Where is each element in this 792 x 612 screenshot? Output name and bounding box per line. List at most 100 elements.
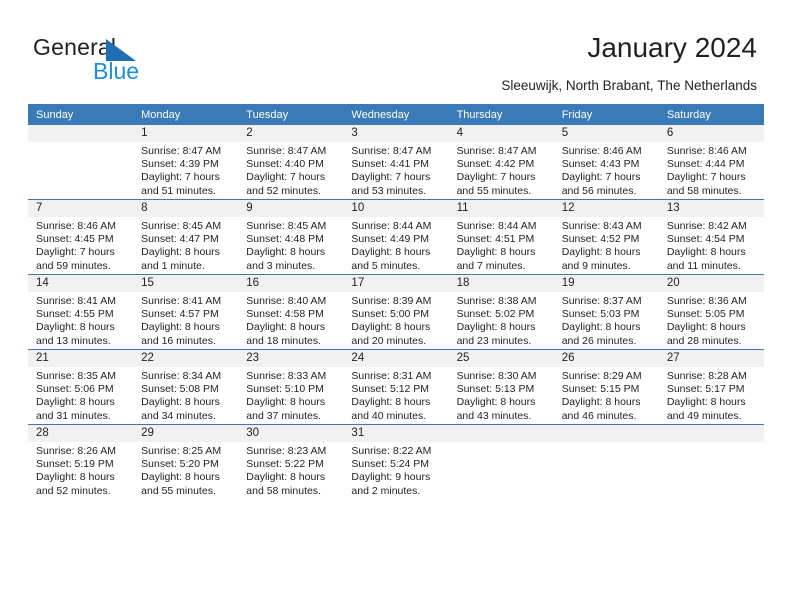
calendar-day-cell[interactable]: 13 Sunrise: 8:42 AM Sunset: 4:54 PM Dayligh… [658, 199, 764, 275]
calendar-day-cell[interactable]: 24 Sunrise: 8:31 AM Sunset: 5:12 PM Dayligh… [343, 349, 449, 425]
day-cell-content: 1 Sunrise: 8:47 AM Sunset: 4:39 PM Daylight… [133, 125, 239, 199]
calendar-day-cell[interactable]: 18 Sunrise: 8:38 AM Sunset: 5:02 PM Dayligh… [448, 274, 554, 350]
daylight-text-line1: Daylight: 8 hours [141, 246, 220, 259]
calendar-day-cell[interactable]: 27 Sunrise: 8:28 AM Sunset: 5:17 PM Dayligh… [658, 349, 764, 425]
calendar-day-cell[interactable]: 3 Sunrise: 8:47 AM Sunset: 4:41 PM Daylight… [343, 125, 449, 200]
daylight-text-line2: and 11 minutes. [666, 259, 741, 272]
daylight-text-line2: and 7 minutes. [456, 259, 526, 272]
sunrise-text: Sunrise: 8:39 AM [351, 295, 432, 307]
calendar-day-cell[interactable]: 7 Sunrise: 8:46 AM Sunset: 4:45 PM Daylight… [28, 199, 134, 275]
calendar-day-cell[interactable]: 14 Sunrise: 8:41 AM Sunset: 4:55 PM Dayligh… [28, 274, 134, 350]
daylight-text-line2: and 40 minutes. [351, 409, 427, 422]
day-sun-info: Sunrise: 8:39 AM Sunset: 5:00 PM Daylight:… [343, 292, 448, 348]
day-cell-content: 7 Sunrise: 8:46 AM Sunset: 4:45 PM Daylight… [28, 200, 134, 274]
calendar-page: General Blue January 2024 Sleeuwijk, Nor… [0, 0, 792, 612]
day-number: 2 [238, 125, 344, 142]
sunset-text: Sunset: 4:51 PM [456, 233, 535, 246]
calendar-day-cell[interactable]: 29 Sunrise: 8:25 AM Sunset: 5:20 PM Dayligh… [133, 424, 239, 499]
calendar-day-cell[interactable]: 11 Sunrise: 8:44 AM Sunset: 4:51 PM Dayligh… [448, 199, 554, 275]
day-number: 4 [448, 125, 554, 142]
day-cell-content: 26 Sunrise: 8:29 AM Sunset: 5:15 PM Dayligh… [553, 350, 659, 424]
calendar-day-cell[interactable]: 28 Sunrise: 8:26 AM Sunset: 5:19 PM Dayligh… [28, 424, 134, 499]
calendar-day-cell[interactable]: 22 Sunrise: 8:34 AM Sunset: 5:08 PM Dayligh… [133, 349, 239, 425]
calendar-week-row: 14 Sunrise: 8:41 AM Sunset: 4:55 PM Dayligh… [28, 274, 764, 350]
calendar-day-cell[interactable]: 4 Sunrise: 8:47 AM Sunset: 4:42 PM Daylight… [448, 125, 554, 200]
calendar-day-cell[interactable]: 15 Sunrise: 8:41 AM Sunset: 4:57 PM Dayligh… [133, 274, 239, 350]
day-sun-info: Sunrise: 8:42 AM Sunset: 4:54 PM Daylight:… [659, 217, 764, 273]
sunset-text: Sunset: 5:24 PM [351, 458, 430, 471]
calendar-day-cell[interactable]: 8 Sunrise: 8:45 AM Sunset: 4:47 PM Daylight… [133, 199, 239, 275]
daylight-text-line2: and 59 minutes. [36, 259, 111, 272]
sunset-text: Sunset: 4:43 PM [561, 158, 640, 171]
day-cell-content: 28 Sunrise: 8:26 AM Sunset: 5:19 PM Dayligh… [28, 425, 134, 499]
calendar-grid: Sunday Monday Tuesday Wednesday Thursday Frid… [28, 104, 764, 499]
daylight-text-line1: Daylight: 8 hours [246, 321, 326, 334]
daylight-text-line1: Daylight: 9 hours [351, 471, 431, 484]
day-sun-info: Sunrise: 8:45 AM Sunset: 4:47 PM Daylight:… [133, 217, 238, 273]
day-cell-content: 6 Sunrise: 8:46 AM Sunset: 4:44 PM Daylight… [658, 125, 764, 199]
calendar-day-cell[interactable]: 16 Sunrise: 8:40 AM Sunset: 4:58 PM Dayligh… [238, 274, 344, 350]
day-cell-content [658, 425, 764, 499]
calendar-day-cell[interactable]: 26 Sunrise: 8:29 AM Sunset: 5:15 PM Dayligh… [553, 349, 659, 425]
weekday-header-saturday: Saturday [658, 104, 764, 125]
day-cell-content [448, 425, 554, 499]
calendar-day-cell[interactable]: 10 Sunrise: 8:44 AM Sunset: 4:49 PM Dayligh… [343, 199, 449, 275]
daylight-text-line1: Daylight: 8 hours [666, 246, 746, 259]
daylight-text-line2: and 49 minutes. [666, 409, 742, 422]
calendar-day-cell[interactable]: 5 Sunrise: 8:46 AM Sunset: 4:43 PM Daylight… [553, 125, 659, 200]
day-sun-info: Sunrise: 8:22 AM Sunset: 5:24 PM Daylight:… [343, 442, 448, 498]
generalblue-logo[interactable]: General Blue [33, 34, 213, 90]
daylight-text-line1: Daylight: 8 hours [456, 321, 536, 334]
sunset-text: Sunset: 4:42 PM [456, 158, 535, 171]
day-number: 19 [553, 275, 659, 292]
day-cell-content: 18 Sunrise: 8:38 AM Sunset: 5:02 PM Dayligh… [448, 275, 554, 349]
daylight-text-line2: and 55 minutes. [141, 484, 216, 497]
day-sun-info: Sunrise: 8:41 AM Sunset: 4:57 PM Daylight:… [133, 292, 238, 348]
calendar-cell-empty [553, 424, 659, 499]
calendar-day-cell[interactable]: 19 Sunrise: 8:37 AM Sunset: 5:03 PM Dayligh… [553, 274, 659, 350]
calendar-day-cell[interactable]: 25 Sunrise: 8:30 AM Sunset: 5:13 PM Dayligh… [448, 349, 554, 425]
sunset-text: Sunset: 5:05 PM [666, 308, 745, 321]
day-cell-content: 5 Sunrise: 8:46 AM Sunset: 4:43 PM Daylight… [553, 125, 659, 199]
calendar-day-cell[interactable]: 2 Sunrise: 8:47 AM Sunset: 4:40 PM Daylight… [238, 125, 344, 200]
calendar-day-cell[interactable]: 6 Sunrise: 8:46 AM Sunset: 4:44 PM Daylight… [658, 125, 764, 200]
day-sun-info: Sunrise: 8:34 AM Sunset: 5:08 PM Daylight:… [133, 367, 238, 423]
weekday-header-wednesday: Wednesday [343, 104, 449, 125]
daylight-text-line2: and 16 minutes. [141, 334, 216, 347]
day-sun-info: Sunrise: 8:41 AM Sunset: 4:55 PM Daylight:… [28, 292, 133, 348]
daylight-text-line2: and 20 minutes. [351, 334, 427, 347]
day-cell-content: 17 Sunrise: 8:39 AM Sunset: 5:00 PM Dayligh… [343, 275, 449, 349]
day-cell-content: 2 Sunrise: 8:47 AM Sunset: 4:40 PM Daylight… [238, 125, 344, 199]
sunset-text: Sunset: 5:10 PM [246, 383, 324, 396]
day-cell-content: 3 Sunrise: 8:47 AM Sunset: 4:41 PM Daylight… [343, 125, 449, 199]
sunset-text: Sunset: 4:45 PM [36, 233, 114, 246]
day-cell-content: 16 Sunrise: 8:40 AM Sunset: 4:58 PM Dayligh… [238, 275, 344, 349]
sunrise-text: Sunrise: 8:30 AM [456, 370, 537, 382]
day-number [28, 125, 134, 142]
daylight-text-line1: Daylight: 8 hours [666, 396, 746, 409]
sunrise-text: Sunrise: 8:22 AM [351, 445, 432, 457]
daylight-text-line2: and 13 minutes. [36, 334, 111, 347]
daylight-text-line1: Daylight: 8 hours [36, 321, 115, 334]
day-number: 22 [133, 350, 239, 367]
daylight-text-line1: Daylight: 7 hours [36, 246, 115, 259]
sunset-text: Sunset: 5:08 PM [141, 383, 219, 396]
calendar-day-cell[interactable]: 17 Sunrise: 8:39 AM Sunset: 5:00 PM Dayligh… [343, 274, 449, 350]
daylight-text-line1: Daylight: 7 hours [351, 171, 431, 184]
calendar-day-cell[interactable]: 12 Sunrise: 8:43 AM Sunset: 4:52 PM Dayligh… [553, 199, 659, 275]
day-cell-content: 13 Sunrise: 8:42 AM Sunset: 4:54 PM Dayligh… [658, 200, 764, 274]
calendar-day-cell[interactable]: 20 Sunrise: 8:36 AM Sunset: 5:05 PM Dayligh… [658, 274, 764, 350]
calendar-day-cell[interactable]: 23 Sunrise: 8:33 AM Sunset: 5:10 PM Dayligh… [238, 349, 344, 425]
calendar-day-cell[interactable]: 21 Sunrise: 8:35 AM Sunset: 5:06 PM Dayligh… [28, 349, 134, 425]
day-number: 28 [28, 425, 134, 442]
sunrise-text: Sunrise: 8:44 AM [351, 220, 432, 232]
calendar-day-cell[interactable]: 30 Sunrise: 8:23 AM Sunset: 5:22 PM Dayligh… [238, 424, 344, 499]
sunset-text: Sunset: 4:39 PM [141, 158, 219, 171]
daylight-text-line2: and 37 minutes. [246, 409, 321, 422]
sunrise-text: Sunrise: 8:47 AM [456, 145, 537, 157]
day-number: 7 [28, 200, 134, 217]
sunset-text: Sunset: 5:20 PM [141, 458, 219, 471]
calendar-day-cell[interactable]: 31 Sunrise: 8:22 AM Sunset: 5:24 PM Dayligh… [343, 424, 449, 499]
calendar-day-cell[interactable]: 1 Sunrise: 8:47 AM Sunset: 4:39 PM Daylight… [133, 125, 239, 200]
calendar-day-cell[interactable]: 9 Sunrise: 8:45 AM Sunset: 4:48 PM Daylight… [238, 199, 344, 275]
